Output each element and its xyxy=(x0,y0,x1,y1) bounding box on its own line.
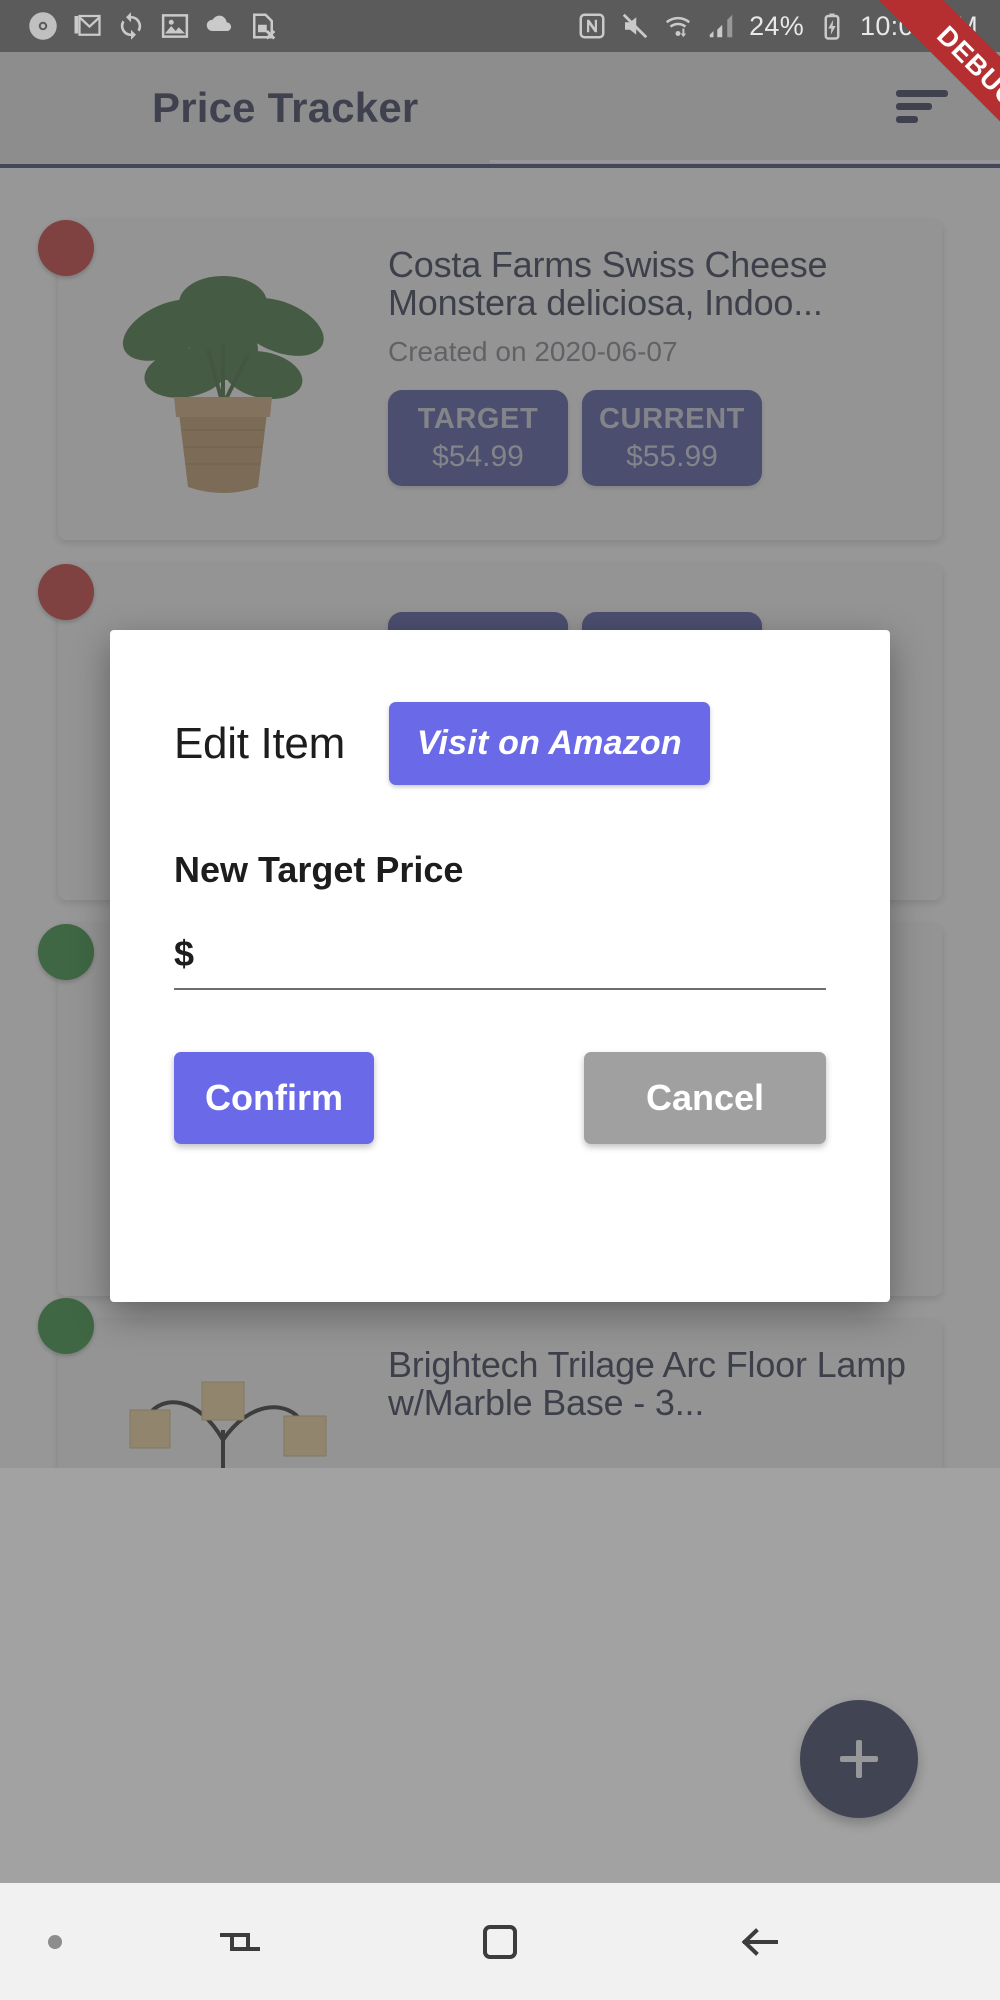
dialog-header: Edit Item Visit on Amazon xyxy=(174,630,826,785)
nav-multitask-button[interactable] xyxy=(110,1914,370,1970)
cancel-label: Cancel xyxy=(645,1077,765,1118)
dialog-title: Edit Item xyxy=(174,718,345,768)
visit-on-amazon-button[interactable]: Visit on Amazon xyxy=(388,702,710,785)
visit-on-amazon-label: Visit on Amazon xyxy=(416,724,682,762)
sim-card-off-icon xyxy=(253,13,276,40)
edit-item-dialog: Edit Item Visit on Amazon New Target Pri… xyxy=(110,630,890,1302)
nav-back-button[interactable] xyxy=(630,1914,890,1970)
nav-dot-indicator xyxy=(0,1932,110,1952)
home-icon xyxy=(483,1924,517,1959)
back-icon xyxy=(741,1927,778,1956)
recent-dot-indicator-icon xyxy=(48,1934,62,1949)
battery-charging-icon xyxy=(824,13,840,40)
status-bar: 24% 10:08 PM xyxy=(0,0,1000,52)
settings-gear-icon xyxy=(29,12,57,40)
gmail-icon xyxy=(74,14,101,36)
photos-icon xyxy=(161,14,189,38)
confirm-button[interactable]: Confirm xyxy=(174,1052,374,1144)
nav-home-button[interactable] xyxy=(370,1914,630,1970)
status-bar-notifications xyxy=(28,11,278,41)
status-bar-system: 24% 10:08 PM xyxy=(577,11,978,42)
phone-screen: Costa Farms Swiss Cheese Monstera delici… xyxy=(0,0,1000,2000)
confirm-label: Confirm xyxy=(205,1077,343,1118)
signal-icon xyxy=(709,14,733,38)
dialog-actions: Confirm Cancel xyxy=(174,1052,826,1144)
android-nav-bar xyxy=(0,1883,1000,2000)
wifi-icon xyxy=(666,16,691,38)
new-target-price-field[interactable]: $ xyxy=(174,933,826,990)
battery-percent: 24% xyxy=(749,10,805,41)
multitask-icon xyxy=(220,1932,260,1951)
cloud-icon xyxy=(206,15,232,31)
sync-icon xyxy=(120,12,142,40)
dollar-sign-prefix: $ xyxy=(174,933,195,974)
cancel-button[interactable]: Cancel xyxy=(584,1052,826,1144)
mute-icon xyxy=(622,13,648,39)
nfc-icon xyxy=(579,13,605,39)
clock: 10:08 PM xyxy=(860,10,978,41)
new-target-price-label: New Target Price xyxy=(174,849,464,890)
new-target-price-input[interactable] xyxy=(208,933,826,972)
